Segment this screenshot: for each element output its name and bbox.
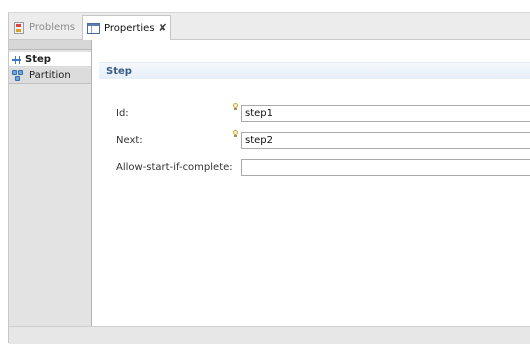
content-assist-bulb-icon bbox=[233, 130, 238, 138]
id-label: Id: bbox=[116, 108, 129, 119]
tab-problems-label: Problems bbox=[29, 22, 76, 33]
property-tab-step-label: Step bbox=[25, 53, 51, 65]
allow-start-if-complete-input[interactable] bbox=[241, 159, 530, 176]
property-tab-partition[interactable]: Partition bbox=[9, 68, 91, 84]
partition-icon bbox=[12, 69, 25, 82]
property-tabs-panel: Step Partition bbox=[9, 40, 92, 326]
problems-icon bbox=[13, 21, 25, 35]
step-icon bbox=[12, 55, 21, 64]
property-tabs-top-strip bbox=[9, 40, 91, 50]
tab-properties[interactable]: Properties ✘ bbox=[82, 15, 171, 41]
property-tab-step[interactable]: Step bbox=[9, 52, 91, 67]
section-header-step[interactable]: Step bbox=[99, 62, 530, 79]
next-label: Next: bbox=[116, 135, 143, 146]
tab-properties-label: Properties bbox=[104, 23, 155, 34]
content-assist-bulb-icon bbox=[233, 103, 238, 111]
close-icon[interactable]: ✘ bbox=[159, 23, 167, 34]
properties-icon bbox=[87, 23, 100, 34]
properties-view: Problems Properties ✘ Step Partition Ste… bbox=[8, 12, 530, 344]
properties-content: Step Partition Step Id: Next: Allow-star… bbox=[9, 40, 530, 326]
view-tab-bar: Problems Properties ✘ bbox=[9, 13, 530, 41]
status-strip bbox=[9, 326, 530, 344]
property-tab-partition-label: Partition bbox=[29, 70, 71, 81]
id-input[interactable] bbox=[241, 105, 530, 122]
tab-problems[interactable]: Problems bbox=[9, 15, 83, 40]
next-input[interactable] bbox=[241, 132, 530, 149]
allow-start-if-complete-label: Allow-start-if-complete: bbox=[116, 162, 233, 173]
